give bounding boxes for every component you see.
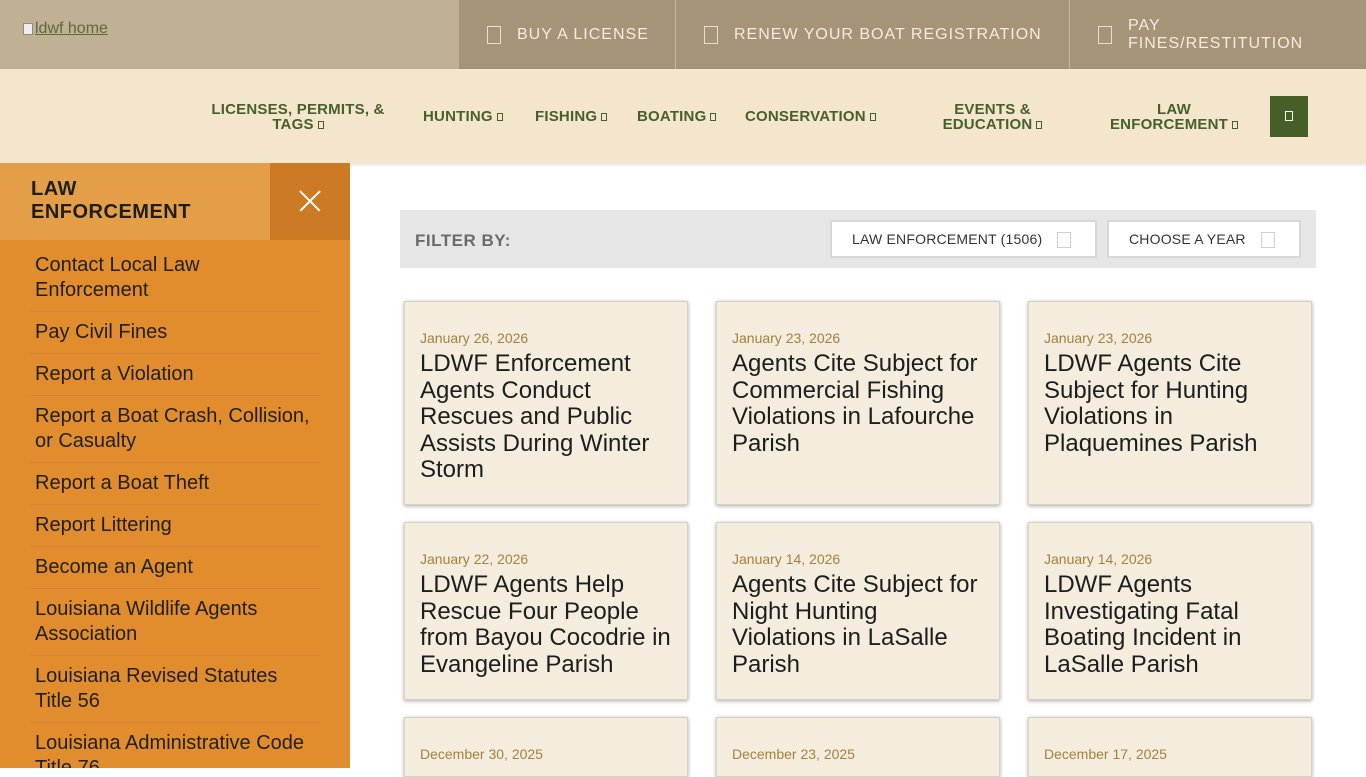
- nav-law-enforcement[interactable]: LAW ENFORCEMENT: [1100, 102, 1248, 132]
- buy-license-link[interactable]: BUY A LICENSE: [459, 0, 675, 69]
- chevron-down-icon: [869, 113, 876, 121]
- sidebar-item-revised-statutes[interactable]: Louisiana Revised Statutes Title 56: [30, 664, 320, 723]
- nav-law-line2: ENFORCEMENT: [1109, 116, 1229, 133]
- news-date: December 30, 2025: [420, 746, 543, 762]
- year-filter-dropdown[interactable]: CHOOSE A YEAR: [1107, 220, 1301, 258]
- news-title[interactable]: LDWF Agents Cite Subject for Hunting Vio…: [1044, 350, 1296, 457]
- news-card[interactable]: January 22, 2026 LDWF Agents Help Rescue…: [404, 522, 688, 700]
- sidebar-item-become-agent[interactable]: Become an Agent: [30, 555, 320, 589]
- nav-conservation-label: CONSERVATION: [745, 108, 866, 125]
- pay-fines-label: PAY FINES/RESTITUTION: [1128, 16, 1304, 52]
- category-filter-dropdown[interactable]: LAW ENFORCEMENT (1506): [830, 220, 1097, 258]
- sidebar-title-line2: ENFORCEMENT: [31, 201, 191, 223]
- nav-events-education[interactable]: EVENTS & EDUCATION: [930, 102, 1055, 132]
- news-title[interactable]: Agents Cite Subject for Night Hunting Vi…: [732, 571, 984, 678]
- boat-icon: [704, 25, 718, 44]
- payment-icon: [1098, 25, 1112, 44]
- logo-alt-text: ldwf home: [35, 20, 108, 37]
- news-date: December 23, 2025: [732, 746, 855, 762]
- news-date: January 14, 2026: [732, 551, 841, 567]
- news-card[interactable]: January 23, 2026 LDWF Agents Cite Subjec…: [1028, 301, 1312, 505]
- chevron-down-icon: [317, 121, 324, 129]
- nav-fishing-label: FISHING: [535, 108, 598, 125]
- sidebar-title: LAW ENFORCEMENT: [31, 178, 191, 224]
- news-title[interactable]: LDWF Enforcement Agents Conduct Rescues …: [420, 350, 672, 484]
- nav-hunting[interactable]: HUNTING: [423, 109, 503, 124]
- chevron-down-icon: [496, 113, 503, 121]
- chevron-down-icon: [1057, 232, 1071, 248]
- renew-boat-registration-link[interactable]: RENEW YOUR BOAT REGISTRATION: [675, 0, 1069, 69]
- filter-label: FILTER BY:: [415, 231, 511, 250]
- sidebar-item-administrative-code[interactable]: Louisiana Administrative Code Title 76: [30, 731, 320, 768]
- nav-hunting-label: HUNTING: [423, 108, 493, 125]
- sidebar-item-contact-local-law-enforcement[interactable]: Contact Local Law Enforcement: [30, 253, 320, 312]
- news-card[interactable]: December 30, 2025: [404, 717, 688, 777]
- news-title[interactable]: LDWF Agents Help Rescue Four People from…: [420, 571, 672, 678]
- license-icon: [487, 25, 501, 44]
- top-utility-bar: ldwf home BUY A LICENSE RENEW YOUR BOAT …: [0, 0, 1366, 69]
- main-navigation: LICENSES, PERMITS, & TAGS HUNTING FISHIN…: [0, 69, 1366, 163]
- news-card[interactable]: December 17, 2025: [1028, 717, 1312, 777]
- nav-fishing[interactable]: FISHING: [535, 108, 608, 125]
- buy-license-label: BUY A LICENSE: [517, 25, 649, 43]
- sidebar-menu: Contact Local Law Enforcement Pay Civil …: [30, 253, 320, 768]
- nav-licenses-line2: TAGS: [272, 116, 314, 133]
- chevron-down-icon: [601, 113, 608, 121]
- nav-law-line1: LAW: [1157, 101, 1191, 118]
- nav-events-line2: EDUCATION: [942, 116, 1033, 133]
- pay-fines-link[interactable]: PAY FINES/RESTITUTION: [1069, 0, 1366, 69]
- sidebar-item-report-violation[interactable]: Report a Violation: [30, 362, 320, 396]
- sidebar-title-line1: LAW: [31, 178, 77, 200]
- sidebar-item-report-boat-theft[interactable]: Report a Boat Theft: [30, 471, 320, 505]
- nav-boating-label: BOATING: [637, 108, 707, 125]
- chevron-down-icon: [1036, 121, 1043, 129]
- news-date: January 26, 2026: [420, 330, 529, 346]
- section-sidebar: LAW ENFORCEMENT Contact Local Law Enforc…: [0, 163, 350, 768]
- close-sidebar-button[interactable]: [270, 163, 350, 240]
- nav-licenses-line1: LICENSES, PERMITS, &: [211, 101, 385, 118]
- ldwf-home-logo[interactable]: ldwf home: [23, 20, 108, 38]
- news-date: January 14, 2026: [1044, 551, 1153, 567]
- sidebar-item-pay-civil-fines[interactable]: Pay Civil Fines: [30, 320, 320, 354]
- utility-links: BUY A LICENSE RENEW YOUR BOAT REGISTRATI…: [459, 0, 1366, 69]
- search-icon: [1285, 111, 1293, 121]
- news-date: December 17, 2025: [1044, 746, 1167, 762]
- news-title[interactable]: Agents Cite Subject for Commercial Fishi…: [732, 350, 984, 457]
- nav-licenses-permits-tags[interactable]: LICENSES, PERMITS, & TAGS: [200, 102, 396, 132]
- news-card[interactable]: January 14, 2026 LDWF Agents Investigati…: [1028, 522, 1312, 700]
- news-date: January 23, 2026: [1044, 330, 1153, 346]
- news-card[interactable]: December 23, 2025: [716, 717, 1000, 777]
- renew-boat-registration-label: RENEW YOUR BOAT REGISTRATION: [734, 25, 1042, 43]
- news-card[interactable]: January 26, 2026 LDWF Enforcement Agents…: [404, 301, 688, 505]
- sidebar-item-report-boat-crash[interactable]: Report a Boat Crash, Collision, or Casua…: [30, 404, 320, 463]
- category-filter-value: LAW ENFORCEMENT (1506): [852, 231, 1043, 247]
- filter-bar: FILTER BY: LAW ENFORCEMENT (1506) CHOOSE…: [400, 210, 1316, 268]
- year-filter-value: CHOOSE A YEAR: [1129, 231, 1246, 247]
- sidebar-header: LAW ENFORCEMENT: [0, 163, 270, 240]
- search-button[interactable]: [1270, 96, 1308, 137]
- news-title[interactable]: LDWF Agents Investigating Fatal Boating …: [1044, 571, 1296, 678]
- news-card[interactable]: January 14, 2026 Agents Cite Subject for…: [716, 522, 1000, 700]
- news-date: January 23, 2026: [732, 330, 841, 346]
- chevron-down-icon: [1261, 232, 1275, 248]
- chevron-down-icon: [710, 113, 717, 121]
- nav-boating[interactable]: BOATING: [637, 108, 717, 125]
- broken-image-icon: [23, 23, 33, 35]
- sidebar-item-report-littering[interactable]: Report Littering: [30, 513, 320, 547]
- nav-events-line1: EVENTS &: [954, 101, 1031, 118]
- sidebar-item-wildlife-agents-association[interactable]: Louisiana Wildlife Agents Association: [30, 597, 320, 656]
- chevron-down-icon: [1232, 121, 1239, 129]
- news-date: January 22, 2026: [420, 551, 529, 567]
- news-card[interactable]: January 23, 2026 Agents Cite Subject for…: [716, 301, 1000, 505]
- nav-conservation[interactable]: CONSERVATION: [745, 109, 876, 124]
